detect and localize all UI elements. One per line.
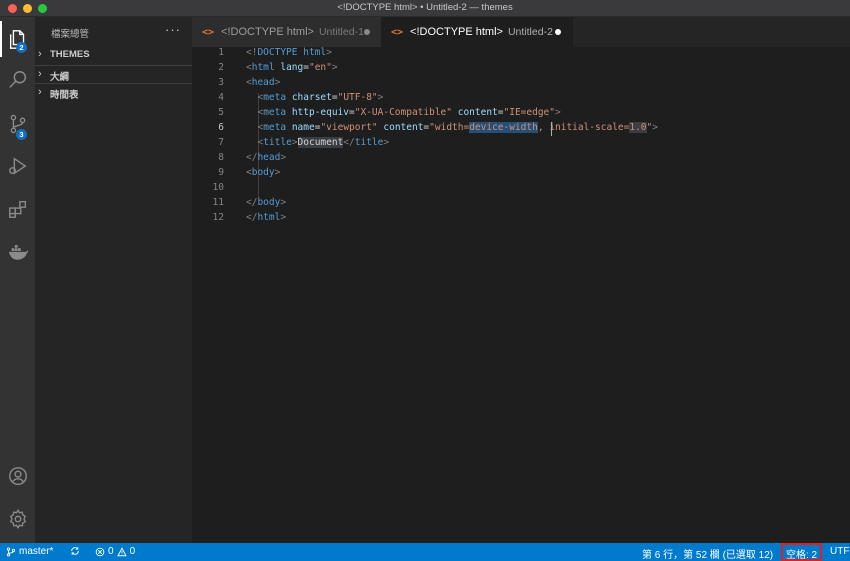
code-line: <meta http-equiv="X-UA-Compatible" conte… [257, 107, 561, 118]
account-icon [8, 467, 27, 485]
sidebar-section-timeline[interactable]: › 時間表 [35, 83, 192, 101]
sidebar-section-label: THEMES [50, 49, 90, 60]
chevron-right-icon: › [38, 68, 42, 80]
sidebar-more-button[interactable]: ··· [165, 22, 181, 37]
source-control-badge: 3 [16, 129, 27, 140]
code-line: <meta name="viewport" content="width=dev… [257, 122, 658, 133]
problems-status[interactable]: 0 0 [95, 546, 135, 557]
code-editor[interactable]: 1 2 3 4 5 6 7 8 9 10 11 12 <!DOCTYPE htm… [192, 47, 850, 543]
tab-description: Untitled-2 [507, 26, 553, 38]
run-debug-button[interactable] [0, 148, 35, 184]
line-number: 1 [218, 47, 224, 58]
encoding-setting[interactable]: UTF [830, 546, 849, 557]
sidebar-title: 檔案總管 [51, 29, 90, 40]
code-line: </html> [246, 212, 287, 223]
sync-button[interactable] [70, 546, 83, 556]
error-count: 0 [108, 546, 114, 557]
branch-name: master* [19, 546, 54, 557]
tab-untitled-2[interactable]: <> <!DOCTYPE html> Untitled-2 [381, 17, 573, 47]
line-number: 9 [218, 167, 224, 178]
extensions-button[interactable] [0, 191, 35, 227]
docker-icon [8, 245, 28, 260]
code-line: </body> [246, 197, 287, 208]
code-line: <title>Document</title> [257, 137, 390, 148]
line-number: 8 [218, 152, 224, 163]
html-file-icon: <> [202, 26, 215, 38]
html-file-icon: <> [391, 26, 404, 38]
warning-count: 0 [129, 546, 136, 557]
line-number: 11 [212, 197, 224, 208]
line-number: 2 [218, 62, 224, 73]
sidebar-section-outline[interactable]: › 大綱 [35, 65, 192, 83]
line-number: 7 [218, 137, 224, 148]
tab-description: Untitled-1 [318, 26, 364, 38]
indentation-setting[interactable]: 空格: 2 [786, 546, 817, 561]
code-line: <meta charset="UTF-8"> [257, 92, 384, 103]
editor-tabs: <> <!DOCTYPE html> Untitled-1 <> <!DOCTY… [192, 17, 850, 47]
branch-status[interactable]: master* [6, 546, 53, 557]
docker-button[interactable] [0, 233, 35, 269]
code-line: <!DOCTYPE html> [246, 47, 332, 58]
tab-untitled-1[interactable]: <> <!DOCTYPE html> Untitled-1 [192, 17, 381, 47]
unsaved-dot-icon[interactable] [364, 29, 370, 35]
run-debug-icon [8, 157, 27, 175]
window-title: <!DOCTYPE html> • Untitled-2 — themes [337, 2, 513, 13]
account-button[interactable] [0, 458, 35, 494]
activity-bar: 2 3 [0, 17, 35, 543]
tab-label: <!DOCTYPE html> [221, 26, 314, 38]
text-cursor [551, 122, 552, 136]
sync-icon [71, 547, 79, 555]
chevron-right-icon: › [38, 86, 42, 98]
git-branch-icon [6, 546, 16, 557]
line-number: 5 [218, 107, 224, 118]
code-line: <head> [246, 77, 281, 88]
line-number: 12 [212, 212, 224, 223]
source-control-button[interactable]: 3 [0, 106, 35, 142]
indent-guide [258, 182, 259, 197]
extensions-icon [8, 200, 26, 218]
tab-label: <!DOCTYPE html> [410, 26, 503, 38]
sidebar-section-label: 時間表 [50, 90, 79, 101]
code-line: <html lang="en"> [246, 62, 338, 73]
line-number: 4 [218, 92, 224, 103]
explorer-sidebar: 檔案總管 ··· › THEMES › 大綱 › 時間表 [35, 17, 192, 543]
error-icon [95, 547, 105, 556]
search-icon [8, 71, 26, 88]
unsaved-dot-icon[interactable] [555, 29, 561, 35]
code-line: </head> [246, 152, 287, 163]
line-number: 3 [218, 77, 224, 88]
explorer-button[interactable]: 2 [0, 21, 35, 57]
status-bar: master* 0 0 第 6 行，第 52 欄 (已選取 12) 空格: 2 … [0, 543, 850, 561]
explorer-badge: 2 [16, 42, 27, 53]
gear-icon [9, 508, 26, 530]
warning-icon [116, 546, 127, 556]
search-button[interactable] [0, 62, 35, 98]
line-number: 10 [212, 182, 224, 193]
chevron-right-icon: › [38, 48, 42, 60]
manage-button[interactable] [0, 501, 35, 537]
line-number-current: 6 [218, 122, 224, 133]
sidebar-section-label: 大綱 [50, 72, 70, 83]
sidebar-section-themes[interactable]: › THEMES [35, 46, 192, 64]
title-bar: <!DOCTYPE html> • Untitled-2 — themes [0, 0, 850, 17]
code-line: <body> [246, 167, 281, 178]
cursor-position[interactable]: 第 6 行，第 52 欄 (已選取 12) [642, 546, 773, 561]
